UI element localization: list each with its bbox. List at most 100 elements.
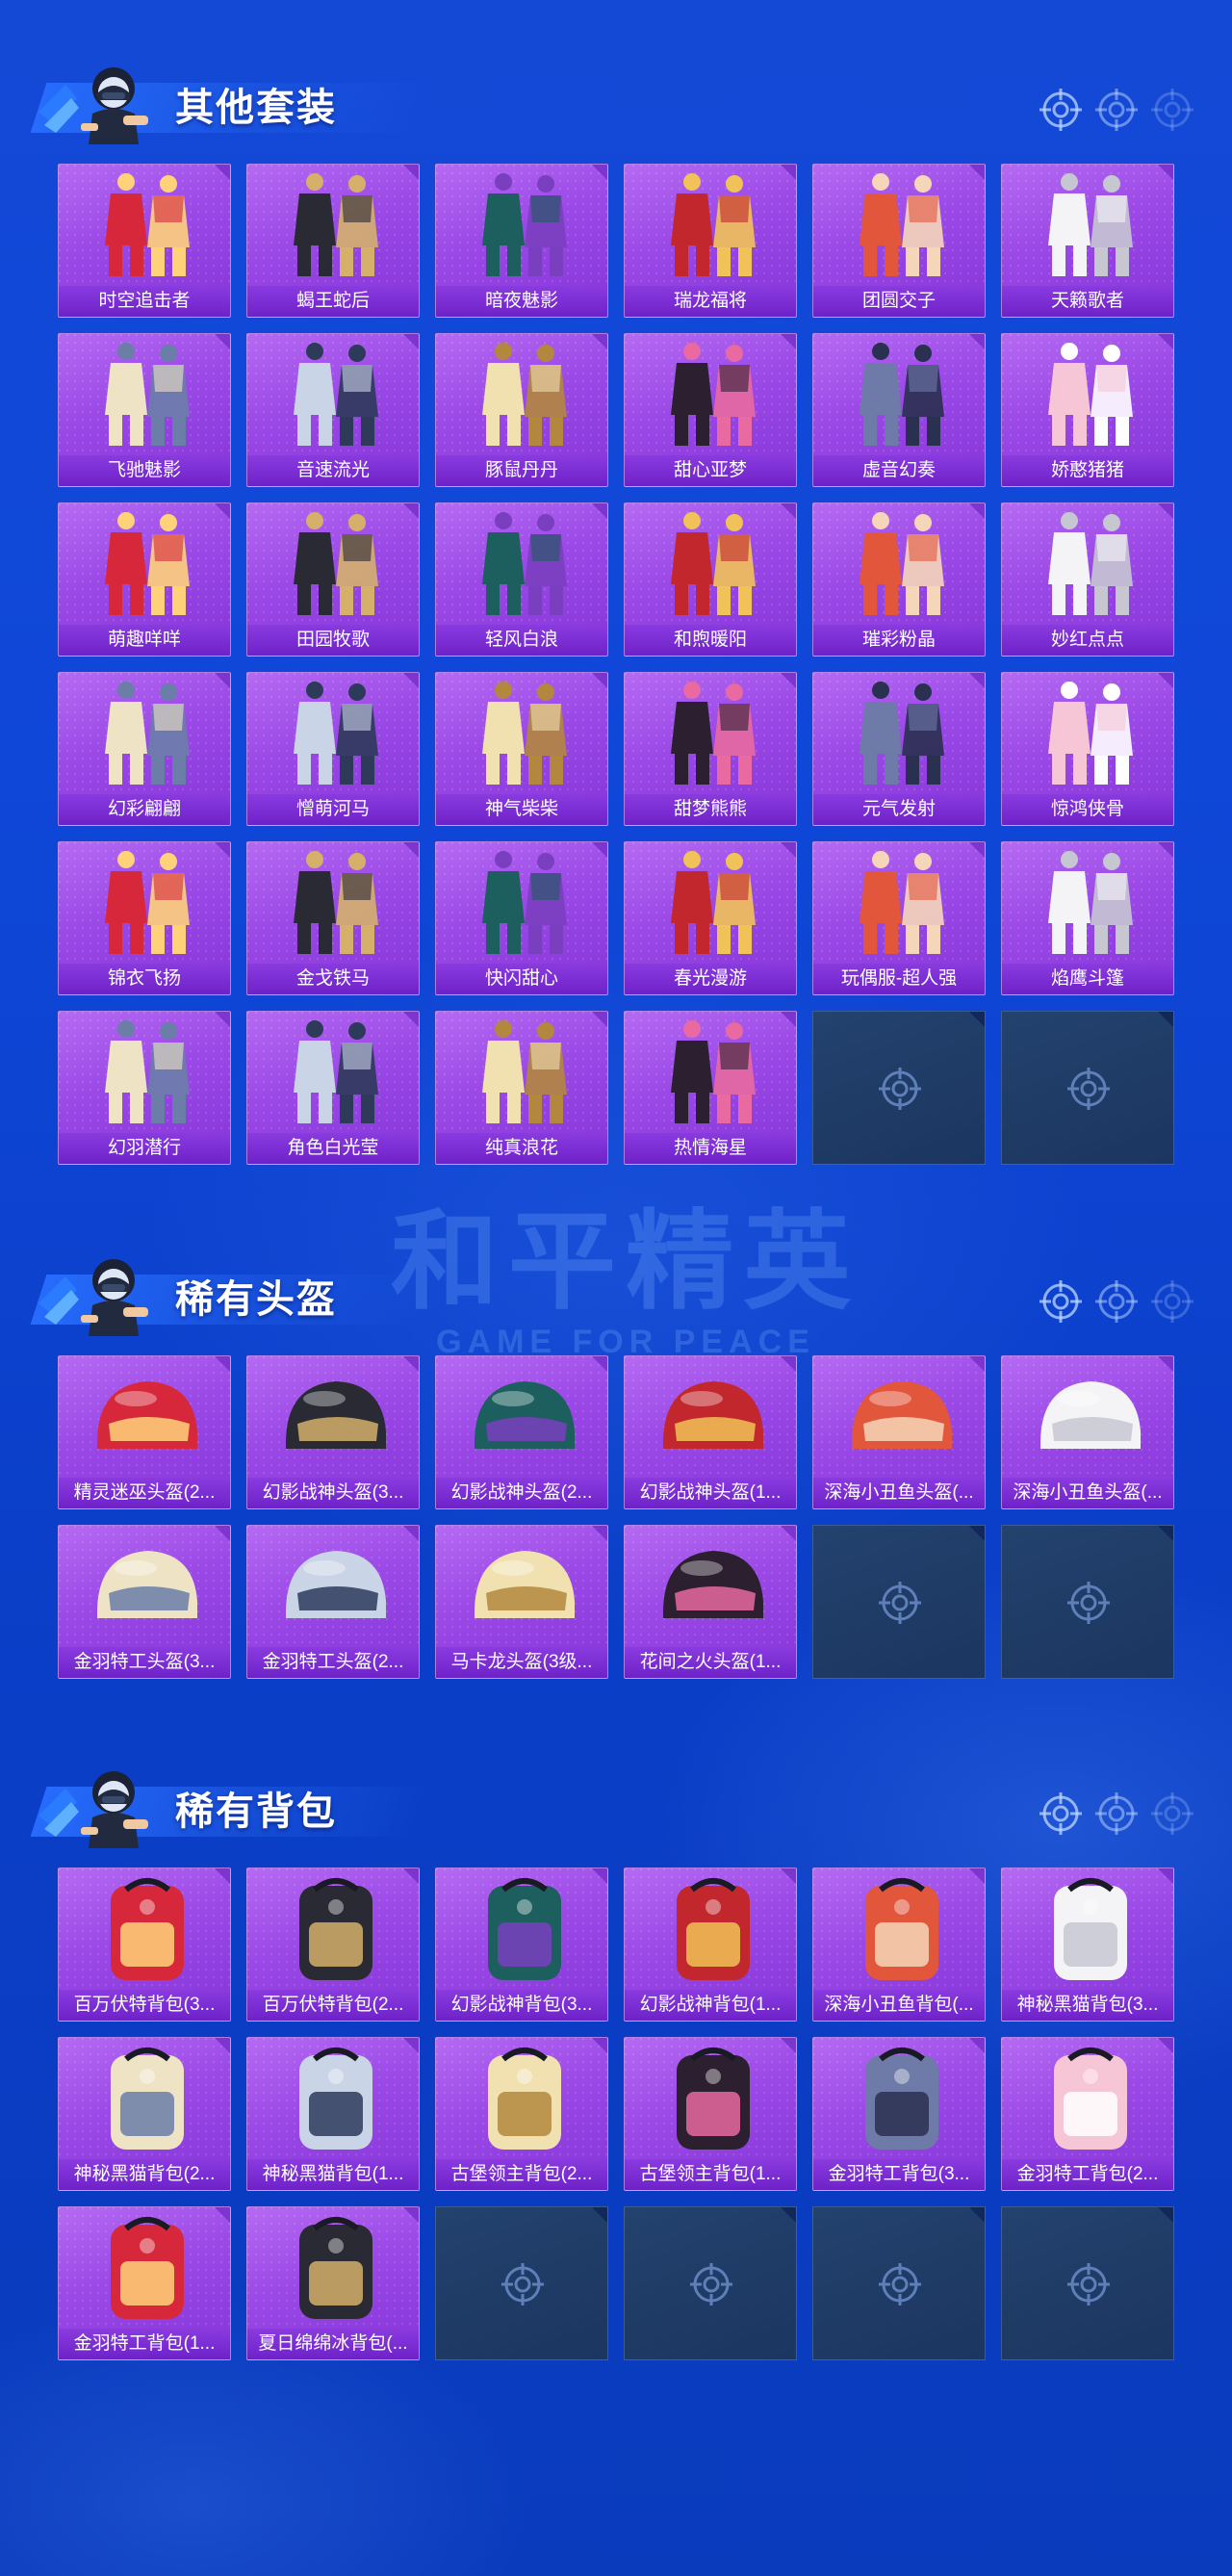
item-label: 虚音幻奏 [813, 455, 985, 486]
crosshair-icon [1067, 1582, 1110, 1624]
item-card[interactable]: 金戈铁马 [246, 841, 420, 995]
item-card[interactable]: 幻影战神头盔(2... [435, 1355, 608, 1509]
item-label: 蝎王蛇后 [247, 286, 419, 317]
crosshair-icon [1040, 1792, 1082, 1835]
outfit-thumbnail-icon [482, 851, 567, 954]
item-card[interactable]: 角色白光莹 [246, 1011, 420, 1165]
item-card[interactable]: 幻影战神背包(1... [624, 1868, 797, 2022]
item-label: 萌趣咩咩 [59, 625, 230, 656]
helmet-thumbnail-icon [97, 1381, 197, 1449]
item-card[interactable]: 幻彩翩翩 [58, 672, 231, 826]
item-card[interactable]: 甜心亚梦 [624, 333, 797, 487]
item-card[interactable]: 幻影战神头盔(3... [246, 1355, 420, 1509]
item-label: 田园牧歌 [247, 625, 419, 656]
item-card[interactable]: 古堡领主背包(2... [435, 2037, 608, 2191]
item-card[interactable]: 幻影战神背包(3... [435, 1868, 608, 2022]
item-label: 幻影战神头盔(2... [436, 1478, 607, 1508]
item-card[interactable]: 锦衣飞扬 [58, 841, 231, 995]
item-label: 花间之火头盔(1... [625, 1647, 796, 1678]
item-card[interactable]: 璀彩粉晶 [812, 502, 986, 657]
outfit-thumbnail-icon [671, 851, 756, 954]
item-card[interactable]: 热情海星 [624, 1011, 797, 1165]
item-card[interactable]: 甜梦熊熊 [624, 672, 797, 826]
item-card[interactable]: 田园牧歌 [246, 502, 420, 657]
item-label: 百万伏特背包(2... [247, 1990, 419, 2021]
backpack-thumbnail-icon [865, 2048, 938, 2150]
item-card[interactable]: 金羽特工背包(3... [812, 2037, 986, 2191]
item-card[interactable]: 幻影战神头盔(1... [624, 1355, 797, 1509]
helmet-thumbnail-icon [663, 1551, 763, 1618]
item-label: 焰鹰斗篷 [1002, 964, 1173, 994]
item-label: 神秘黑猫背包(3... [1002, 1990, 1173, 2021]
item-card[interactable]: 幻羽潜行 [58, 1011, 231, 1165]
item-card[interactable]: 萌趣咩咩 [58, 502, 231, 657]
crosshair-icon [1040, 89, 1082, 131]
item-label: 惊鸿侠骨 [1002, 794, 1173, 825]
item-card[interactable]: 金羽特工头盔(2... [246, 1525, 420, 1679]
item-card[interactable]: 百万伏特背包(3... [58, 1868, 231, 2022]
item-card[interactable]: 娇憨猪猪 [1001, 333, 1174, 487]
item-card[interactable]: 精灵迷巫头盔(2... [58, 1355, 231, 1509]
outfit-thumbnail-icon [860, 512, 944, 615]
empty-slot [435, 2206, 608, 2360]
item-card[interactable]: 金羽特工背包(1... [58, 2206, 231, 2360]
item-label: 幻影战神头盔(1... [625, 1478, 796, 1508]
item-card[interactable]: 妙红点点 [1001, 502, 1174, 657]
item-card[interactable]: 神秘黑猫背包(1... [246, 2037, 420, 2191]
item-card[interactable]: 金羽特工头盔(3... [58, 1525, 231, 1679]
item-label: 深海小丑鱼背包(... [813, 1990, 985, 2021]
item-label: 纯真浪花 [436, 1133, 607, 1164]
item-card[interactable]: 春光漫游 [624, 841, 797, 995]
item-label: 元气发射 [813, 794, 985, 825]
item-card[interactable]: 快闪甜心 [435, 841, 608, 995]
item-card[interactable]: 神秘黑猫背包(2... [58, 2037, 231, 2191]
item-card[interactable]: 惊鸿侠骨 [1001, 672, 1174, 826]
outfit-thumbnail-icon [105, 1020, 190, 1123]
backpack-thumbnail-icon [1054, 1878, 1127, 1980]
outfit-thumbnail-icon [860, 682, 944, 785]
item-card[interactable]: 虚音幻奏 [812, 333, 986, 487]
item-card[interactable]: 玩偶服-超人强 [812, 841, 986, 995]
item-card[interactable]: 憎萌河马 [246, 672, 420, 826]
item-card[interactable]: 天籁歌者 [1001, 164, 1174, 318]
item-card[interactable]: 马卡龙头盔(3级... [435, 1525, 608, 1679]
item-card[interactable]: 元气发射 [812, 672, 986, 826]
item-card[interactable]: 百万伏特背包(2... [246, 1868, 420, 2022]
item-card[interactable]: 神气柴柴 [435, 672, 608, 826]
item-card[interactable]: 神秘黑猫背包(3... [1001, 1868, 1174, 2022]
empty-slot [1001, 2206, 1174, 2360]
empty-slot [812, 1011, 986, 1165]
item-card[interactable]: 豚鼠丹丹 [435, 333, 608, 487]
item-card[interactable]: 深海小丑鱼头盔(... [1001, 1355, 1174, 1509]
crosshair-icon [1151, 1792, 1194, 1835]
item-card[interactable]: 深海小丑鱼背包(... [812, 1868, 986, 2022]
item-card[interactable]: 音速流光 [246, 333, 420, 487]
item-card[interactable]: 夏日绵绵冰背包(... [246, 2206, 420, 2360]
item-card[interactable]: 时空追击者 [58, 164, 231, 318]
item-card[interactable]: 纯真浪花 [435, 1011, 608, 1165]
helmet-thumbnail-icon [852, 1381, 952, 1449]
item-label: 热情海星 [625, 1133, 796, 1164]
item-card[interactable]: 深海小丑鱼头盔(... [812, 1355, 986, 1509]
soldier-mascot-icon [38, 1259, 148, 1336]
item-label: 神气柴柴 [436, 794, 607, 825]
item-card[interactable]: 和煦暖阳 [624, 502, 797, 657]
item-card[interactable]: 花间之火头盔(1... [624, 1525, 797, 1679]
item-card[interactable]: 古堡领主背包(1... [624, 2037, 797, 2191]
outfit-thumbnail-icon [1048, 682, 1133, 785]
item-card[interactable]: 轻风白浪 [435, 502, 608, 657]
item-label: 幻影战神背包(1... [625, 1990, 796, 2021]
backpack-thumbnail-icon [865, 1878, 938, 1980]
backpack-thumbnail-icon [299, 2217, 372, 2319]
item-card[interactable]: 飞驰魅影 [58, 333, 231, 487]
item-card[interactable]: 团圆交子 [812, 164, 986, 318]
outfit-thumbnail-icon [294, 682, 378, 785]
crosshair-decorations [1040, 89, 1194, 131]
item-card[interactable]: 瑞龙福将 [624, 164, 797, 318]
item-card[interactable]: 金羽特工背包(2... [1001, 2037, 1174, 2191]
backpack-thumbnail-icon [111, 2217, 184, 2319]
item-card[interactable]: 蝎王蛇后 [246, 164, 420, 318]
crosshair-decorations [1040, 1792, 1194, 1835]
item-card[interactable]: 暗夜魅影 [435, 164, 608, 318]
item-card[interactable]: 焰鹰斗篷 [1001, 841, 1174, 995]
